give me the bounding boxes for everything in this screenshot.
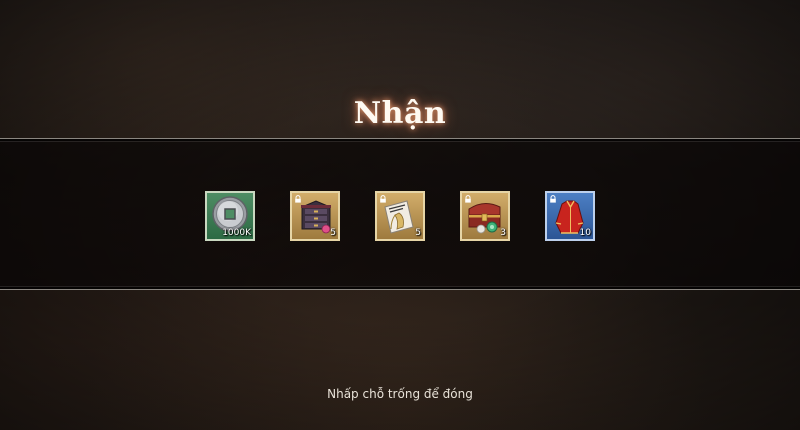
reward-list: 1000K 5 5 3 10: [205, 191, 595, 243]
reward-quantity: 5: [415, 228, 421, 238]
reward-slot-paper-scroll[interactable]: 5: [375, 191, 425, 241]
reward-quantity: 10: [579, 228, 591, 238]
reward-quantity: 5: [330, 228, 336, 238]
reward-slot-silver-coin[interactable]: 1000K: [205, 191, 255, 241]
close-hint: Nhấp chỗ trống để đóng: [327, 387, 473, 401]
reward-screen[interactable]: Nhận 1000K 5 5 3 10 Nhấp chỗ trống để đó…: [0, 0, 800, 430]
reward-quantity: 1000K: [222, 228, 251, 238]
reward-quantity: 3: [500, 228, 506, 238]
reward-slot-jewelry-cabinet[interactable]: 5: [290, 191, 340, 241]
reward-slot-red-robe[interactable]: 10: [545, 191, 595, 241]
reward-slot-treasure-chest[interactable]: 3: [460, 191, 510, 241]
dialog-title: Nhận: [353, 96, 447, 131]
